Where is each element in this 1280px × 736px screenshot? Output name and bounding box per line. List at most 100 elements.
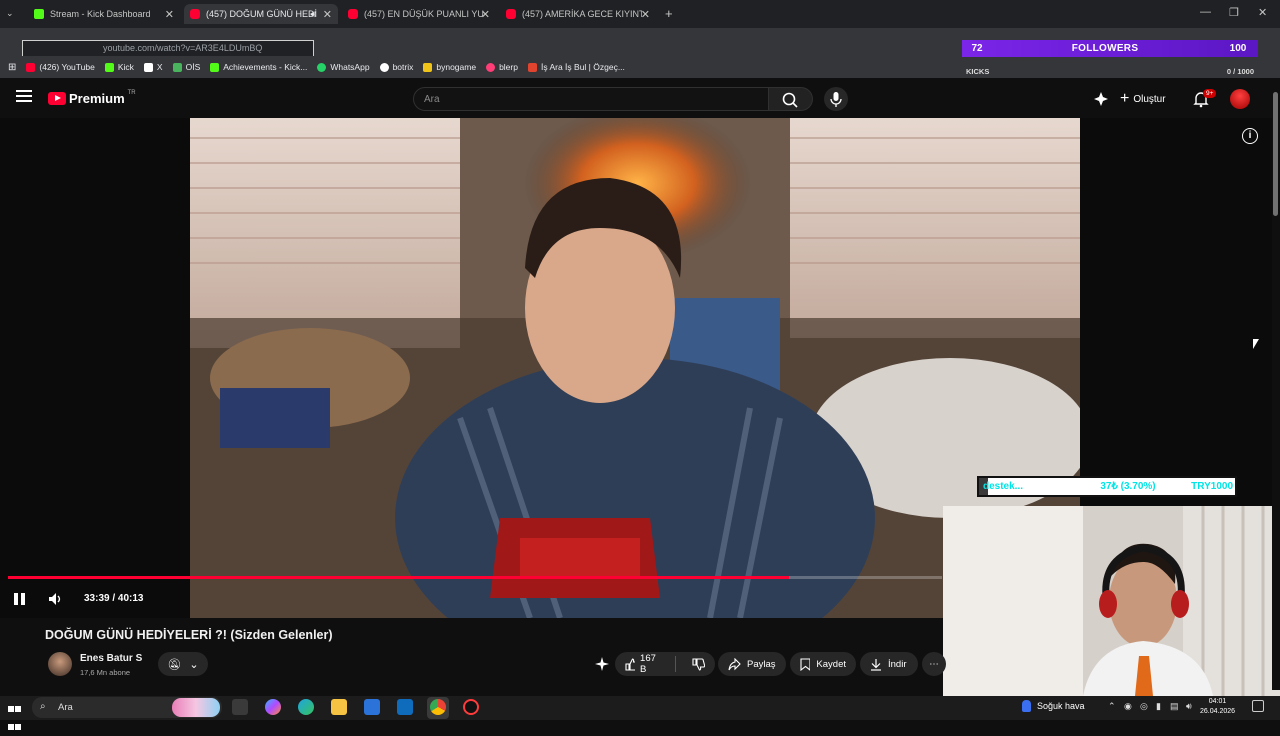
- save-button[interactable]: Kaydet: [790, 652, 856, 676]
- share-button[interactable]: Paylaş: [718, 652, 786, 676]
- network-icon[interactable]: ▤: [1170, 701, 1179, 712]
- pause-icon[interactable]: [14, 592, 28, 606]
- bookmark-x[interactable]: X: [143, 62, 163, 72]
- youtube-logo-icon: [48, 92, 66, 105]
- account-avatar[interactable]: [1230, 89, 1250, 109]
- like-button[interactable]: 167 B: [615, 652, 669, 676]
- channel-name[interactable]: Enes Batur S: [80, 653, 142, 664]
- thumbs-up-icon: [625, 657, 636, 671]
- like-divider: [675, 656, 676, 672]
- kick-icon: [34, 9, 44, 19]
- info-icon[interactable]: i: [1242, 128, 1258, 144]
- edge-icon[interactable]: [298, 699, 314, 715]
- premium-gem-icon[interactable]: [1093, 91, 1109, 107]
- weather-widget[interactable]: Soğuk hava: [1022, 700, 1085, 712]
- notification-badge: 9+: [1203, 89, 1217, 98]
- bookmark-kick[interactable]: Kick: [104, 62, 134, 72]
- donation-progress: 37₺ (3.70%): [1100, 481, 1156, 492]
- store-icon[interactable]: [364, 699, 380, 715]
- close-icon[interactable]: ✕: [481, 8, 490, 21]
- close-icon[interactable]: ✕: [323, 8, 332, 21]
- obs-icon[interactable]: [463, 699, 479, 715]
- volume-icon[interactable]: [47, 591, 63, 607]
- system-clock[interactable]: 04:01 26.04.2026: [1200, 697, 1235, 717]
- bookmark-isara[interactable]: İş Ara İş Bul | Özgeç...: [527, 62, 625, 72]
- close-icon[interactable]: ✕: [641, 8, 650, 21]
- clock-time: 04:01: [1208, 698, 1227, 705]
- search-button[interactable]: [769, 87, 813, 111]
- new-tab-icon[interactable]: +: [665, 6, 673, 21]
- tab-youtube-active[interactable]: (457) DOĞUM GÜNÜ HEDİ 🔊︎ ✕: [184, 4, 338, 24]
- more-actions-button[interactable]: ⋯: [922, 652, 946, 676]
- close-icon[interactable]: ✕: [165, 8, 174, 21]
- window-close-icon[interactable]: ✕: [1258, 6, 1267, 19]
- file-explorer-icon[interactable]: [331, 699, 347, 715]
- microphone-tray-icon[interactable]: ▮: [1156, 701, 1161, 712]
- tab-search-icon[interactable]: ⌄: [6, 8, 14, 19]
- bell-off-icon: 🔕︎: [167, 658, 182, 671]
- scrollbar-thumb[interactable]: [1273, 92, 1278, 216]
- video-title: DOĞUM GÜNÜ HEDİYELERİ ?! (Sizden Gelenle…: [45, 628, 333, 642]
- download-button[interactable]: İndir: [860, 652, 918, 676]
- task-view-icon[interactable]: [232, 699, 248, 715]
- bookmark-icon: [800, 657, 811, 671]
- audio-playing-icon[interactable]: 🔊︎: [310, 9, 316, 20]
- minimize-icon[interactable]: —: [1200, 6, 1211, 18]
- bookmark-whatsapp[interactable]: WhatsApp: [317, 62, 370, 72]
- taskbar-search-icon: ⌕: [40, 701, 46, 712]
- clock-date: 26.04.2026: [1200, 708, 1236, 715]
- search-icon: [782, 92, 798, 108]
- like-dislike-group: 167 B: [615, 652, 715, 676]
- youtube-premium-logo[interactable]: Premium TR: [48, 90, 136, 106]
- youtube-icon: [348, 9, 358, 19]
- donation-goal-overlay: destek... 37₺ (3.70%) TRY1000: [977, 476, 1237, 497]
- speaker-icon[interactable]: 🔊︎: [1186, 701, 1192, 712]
- maximize-icon[interactable]: ❐: [1229, 6, 1239, 19]
- kicks-label: KICKS: [966, 67, 990, 76]
- notification-settings-button[interactable]: 🔕︎ ⌄: [158, 652, 208, 676]
- bookmark-blerp[interactable]: blerp: [486, 62, 518, 72]
- address-bar[interactable]: youtube.com/watch?v=AR3E4LDUmBQ: [22, 40, 314, 57]
- windows-start-icon[interactable]: [8, 700, 22, 730]
- bookmark-botrix[interactable]: botrix: [379, 62, 413, 72]
- youtube-icon: [506, 9, 516, 19]
- followers-label: FOLLOWERS: [1071, 43, 1139, 54]
- chrome-icon[interactable]: [430, 699, 446, 715]
- progress-bar-fill: [8, 576, 789, 579]
- webcam-image: [943, 506, 1280, 696]
- tab-youtube-2[interactable]: (457) EN DÜŞÜK PUANLI YURT ✕: [342, 4, 496, 24]
- bookmark-youtube[interactable]: (426) YouTube: [26, 62, 95, 72]
- tray-chevron-icon[interactable]: ⌃: [1108, 701, 1116, 712]
- more-horizontal-icon: ⋯: [929, 658, 939, 670]
- tray-app-icon-2[interactable]: ◎: [1140, 701, 1148, 712]
- copilot-icon[interactable]: [265, 699, 281, 715]
- thermometer-icon: [1022, 700, 1031, 712]
- time-display: 33:39 / 40:13: [84, 593, 144, 604]
- dislike-button[interactable]: [682, 652, 715, 676]
- search-input[interactable]: Ara: [413, 87, 769, 111]
- bookmark-bynogame[interactable]: bynogame: [423, 62, 476, 72]
- tray-app-icon[interactable]: ◉: [1124, 701, 1132, 712]
- plus-icon: +: [1120, 90, 1130, 107]
- microphone-icon: [830, 92, 842, 107]
- tab-kick-dashboard[interactable]: Stream - Kick Dashboard ✕: [28, 4, 180, 24]
- create-button[interactable]: + Oluştur: [1120, 89, 1166, 109]
- thumbs-down-icon: [692, 657, 705, 671]
- ask-ai-button[interactable]: [590, 652, 614, 676]
- mail-icon[interactable]: [397, 699, 413, 715]
- followers-goal: 100: [1229, 43, 1247, 54]
- channel-avatar[interactable]: [48, 652, 72, 676]
- voice-search-button[interactable]: [824, 87, 848, 111]
- search-highlight-image: [172, 698, 220, 717]
- share-icon: [728, 657, 741, 670]
- notifications-center-icon[interactable]: [1252, 700, 1264, 712]
- bookmark-ois[interactable]: OİS: [172, 62, 200, 72]
- download-icon: [871, 658, 881, 671]
- followers-goal-overlay: 72 FOLLOWERS 100: [962, 40, 1258, 57]
- kicks-progress: 0 / 1000: [1226, 67, 1254, 76]
- apps-grid-icon[interactable]: ⊞: [8, 62, 16, 73]
- donation-label: destek...: [983, 481, 1024, 492]
- tab-youtube-3[interactable]: (457) AMERİKA GECE KIYINTISI ✕: [500, 4, 656, 24]
- hamburger-menu-icon[interactable]: [16, 90, 32, 104]
- bookmark-achievements[interactable]: Achievements - Kick...: [210, 62, 307, 72]
